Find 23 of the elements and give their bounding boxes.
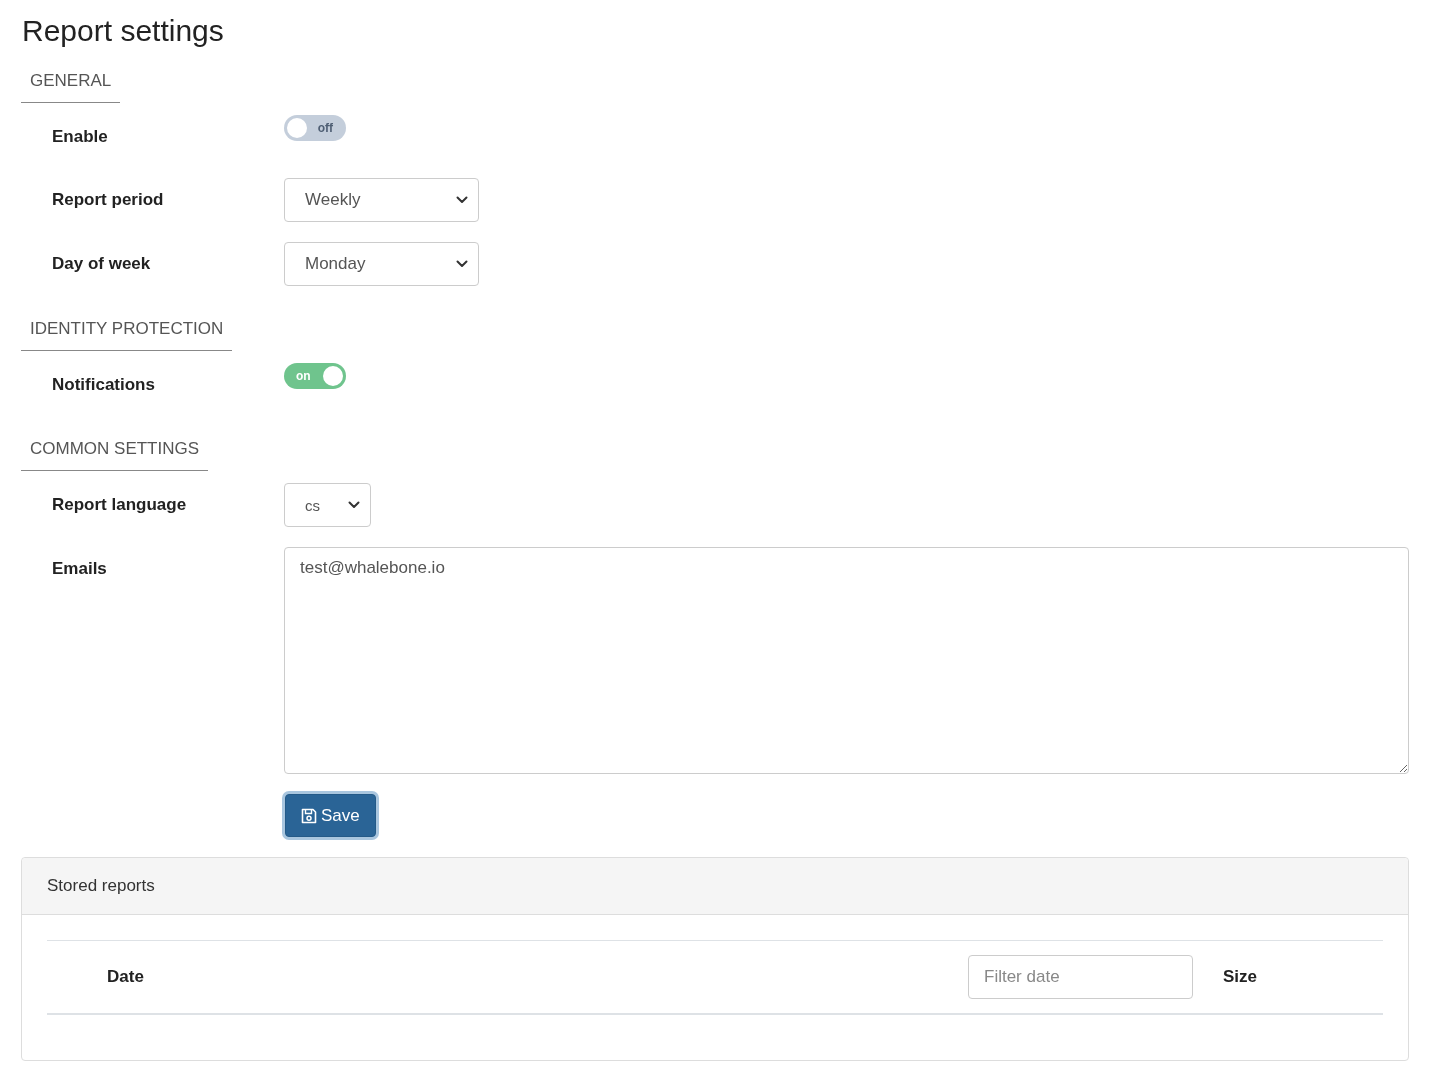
section-heading: GENERAL <box>21 69 121 103</box>
field-label: Report language <box>52 494 187 515</box>
dropdown[interactable]: cs <box>284 483 371 527</box>
save-button[interactable]: Save <box>285 794 376 837</box>
field-label: Day of week <box>52 253 151 274</box>
panel-title: Stored reports <box>47 876 155 896</box>
section-heading: COMMON SETTINGS <box>21 437 209 471</box>
emails-field[interactable]: test@whalebone.io <box>284 547 1409 774</box>
chevron-down-icon <box>456 196 468 204</box>
dropdown[interactable]: Weekly <box>284 178 479 222</box>
field-label: Report period <box>52 189 164 210</box>
column-header: Size <box>1223 967 1258 987</box>
toggle-switch[interactable]: off <box>284 115 346 141</box>
section-heading: IDENTITY PROTECTION <box>21 317 233 351</box>
chevron-down-icon <box>456 260 468 268</box>
filter-field[interactable]: Filter date <box>968 955 1193 999</box>
field-label: Enable <box>52 126 108 147</box>
column-header: Date <box>107 967 144 987</box>
field-label: Notifications <box>52 374 155 395</box>
page-title: Report settings <box>22 13 225 49</box>
field-label: Emails <box>52 558 107 579</box>
chevron-down-icon <box>348 501 360 509</box>
dropdown[interactable]: Monday <box>284 242 479 286</box>
